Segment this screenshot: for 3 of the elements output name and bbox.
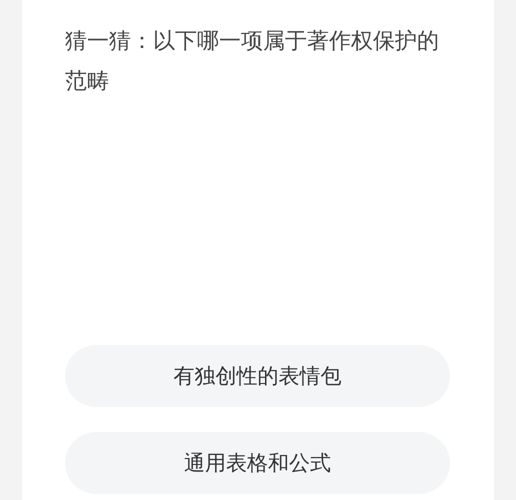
answer-option[interactable]: 通用表格和公式 — [65, 432, 450, 494]
answer-option[interactable]: 有独创性的表情包 — [65, 345, 450, 407]
question-text: 猜一猜：以下哪一项属于著作权保护的范畴 — [65, 28, 440, 96]
